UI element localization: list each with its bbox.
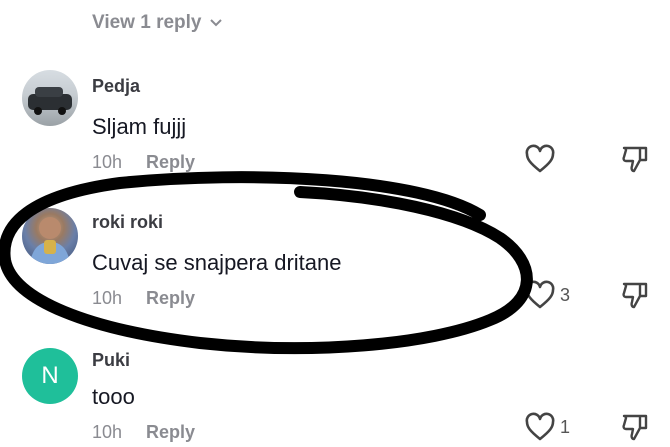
timestamp: 10h [92,152,123,172]
thumbs-down-icon [622,282,648,309]
dislike-button[interactable] [620,412,650,447]
timestamp: 10h [92,288,123,308]
car-photo [28,87,72,115]
like-count: 1 [560,416,571,437]
dislike-button[interactable] [620,280,650,315]
reply-button[interactable]: Reply [146,288,195,309]
comment-text: Cuvaj se snajpera dritane [92,250,342,275]
avatar[interactable]: N [22,348,78,404]
comment-item: roki roki Cuvaj se snajpera dritane 10h … [0,206,670,326]
like-button[interactable] [524,144,560,174]
like-count: 3 [560,284,571,305]
username[interactable]: Pedja [92,76,140,97]
person-photo [30,217,70,264]
avatar[interactable] [22,70,78,126]
thumbs-down-icon [622,146,648,173]
reply-button[interactable]: Reply [146,152,195,173]
avatar-letter: N [41,362,59,389]
comment-item: Pedja Sljam fujjj 10h Reply [0,70,670,190]
comment-item: N Puki tooo 10h Reply 1 [0,344,670,444]
like-button[interactable]: 3 [524,280,570,310]
comment-text: tooo [92,384,135,409]
heart-icon [525,144,555,173]
like-button[interactable]: 1 [524,412,570,442]
view-replies-label: View 1 reply [92,12,202,33]
heart-icon [525,280,555,309]
thumbs-down-icon [622,414,648,441]
heart-icon [525,412,555,441]
avatar[interactable] [22,208,78,264]
username[interactable]: Puki [92,350,130,371]
username[interactable]: roki roki [92,212,163,233]
dislike-button[interactable] [620,144,650,179]
view-replies-button[interactable]: View 1 reply [92,12,224,34]
chevron-down-icon [209,19,222,27]
comment-text: Sljam fujjj [92,114,187,139]
